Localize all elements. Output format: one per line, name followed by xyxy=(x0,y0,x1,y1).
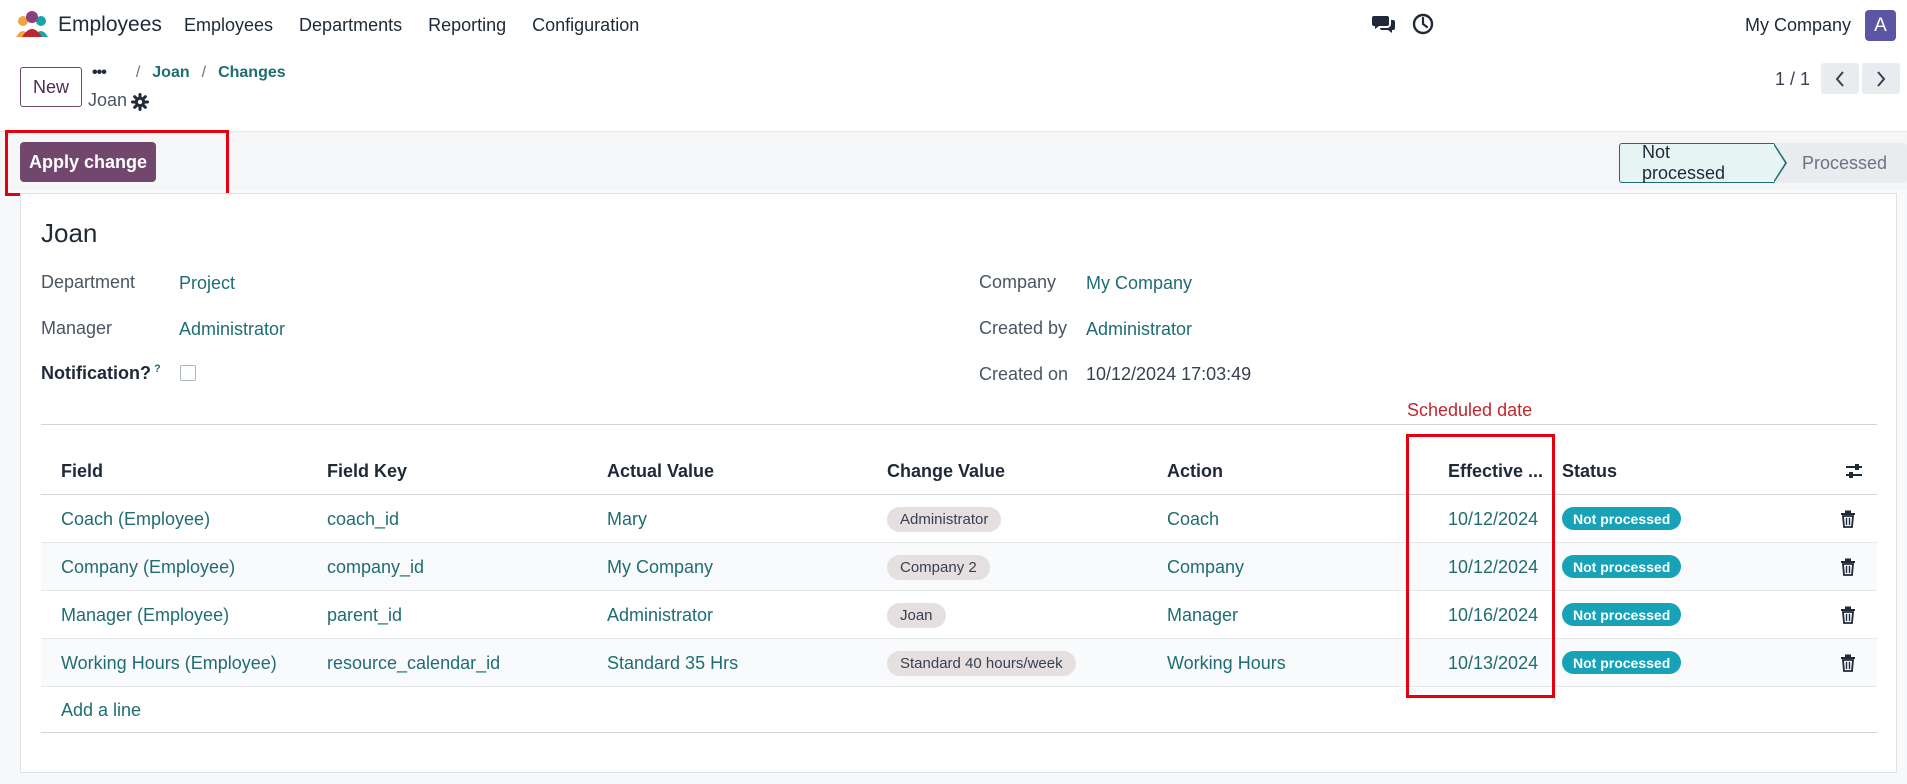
status-not-processed[interactable]: Not processed xyxy=(1619,142,1787,183)
section-divider xyxy=(41,424,1877,425)
menu-employees[interactable]: Employees xyxy=(184,15,273,36)
status-badge: Not processed xyxy=(1562,651,1682,674)
breadcrumb-separator: / xyxy=(201,64,207,81)
add-a-line-link[interactable]: Add a line xyxy=(61,700,141,721)
header-status[interactable]: Status xyxy=(1562,461,1617,482)
breadcrumb-separator: / xyxy=(135,64,141,81)
employees-app-icon[interactable] xyxy=(14,11,50,37)
menu-configuration[interactable]: Configuration xyxy=(532,15,639,36)
employee-name: Joan xyxy=(41,218,98,248)
record-title: Joan xyxy=(88,90,128,110)
cell-effective-date[interactable]: 10/12/2024 xyxy=(1448,509,1538,530)
optional-columns-icon[interactable] xyxy=(1844,462,1864,480)
cell-action[interactable]: Manager xyxy=(1167,605,1238,626)
cell-action[interactable]: Coach xyxy=(1167,509,1219,530)
cell-actual-value[interactable]: Administrator xyxy=(607,605,713,626)
cell-field-key[interactable]: company_id xyxy=(327,557,424,578)
manager-label: Manager xyxy=(41,318,113,338)
cell-field-key[interactable]: resource_calendar_id xyxy=(327,653,500,674)
company-value[interactable]: My Company xyxy=(1086,273,1192,294)
control-panel: New ••• / Joan / Changes Joan 1 / 1 xyxy=(0,50,1907,132)
created-on-label: Created on xyxy=(979,364,1069,384)
cell-actual-value[interactable]: My Company xyxy=(607,557,713,578)
status-not-processed-label: Not processed xyxy=(1642,142,1726,183)
notification-label-text: Notification? xyxy=(41,363,151,383)
table-row[interactable]: Company (Employee) company_id My Company… xyxy=(41,543,1877,591)
changes-table: Field Field Key Actual Value Change Valu… xyxy=(41,447,1877,733)
main-menu: Employees Departments Reporting Configur… xyxy=(184,15,639,36)
help-tooltip-icon[interactable]: ? xyxy=(154,363,161,375)
change-value-tag[interactable]: Company 2 xyxy=(887,555,990,580)
department-value[interactable]: Project xyxy=(179,273,235,294)
trash-icon[interactable] xyxy=(1840,654,1856,672)
header-effective-date[interactable]: Effective ... xyxy=(1448,461,1543,482)
gear-icon[interactable] xyxy=(131,93,149,111)
cell-action[interactable]: Company xyxy=(1167,557,1244,578)
change-value-tag[interactable]: Administrator xyxy=(887,507,1002,532)
cell-effective-date[interactable]: 10/12/2024 xyxy=(1448,557,1538,578)
header-action[interactable]: Action xyxy=(1167,461,1223,482)
scheduled-date-annotation: Scheduled date xyxy=(1407,400,1533,420)
notification-label: Notification?? xyxy=(41,363,161,384)
activity-clock-icon[interactable] xyxy=(1412,13,1434,35)
cell-field[interactable]: Coach (Employee) xyxy=(61,509,210,530)
table-row[interactable]: Coach (Employee) coach_id Mary Administr… xyxy=(41,495,1877,543)
breadcrumb: ••• / Joan / Changes xyxy=(92,64,286,82)
menu-departments[interactable]: Departments xyxy=(299,15,402,36)
cell-action[interactable]: Working Hours xyxy=(1167,653,1286,674)
table-header: Field Field Key Actual Value Change Valu… xyxy=(41,447,1877,495)
trash-icon[interactable] xyxy=(1840,558,1856,576)
status-badge: Not processed xyxy=(1562,555,1682,578)
add-line-row: Add a line xyxy=(41,687,1877,733)
cell-field[interactable]: Working Hours (Employee) xyxy=(61,653,277,674)
menu-reporting[interactable]: Reporting xyxy=(428,15,506,36)
company-switcher[interactable]: My Company xyxy=(1745,15,1851,36)
header-change-value[interactable]: Change Value xyxy=(887,461,1005,482)
header-field[interactable]: Field xyxy=(61,461,103,482)
notification-checkbox[interactable] xyxy=(180,365,196,381)
created-on-value: 10/12/2024 17:03:49 xyxy=(1086,364,1252,384)
header-field-key[interactable]: Field Key xyxy=(327,461,407,482)
status-processed[interactable]: Processed xyxy=(1773,143,1907,183)
cell-actual-value[interactable]: Standard 35 Hrs xyxy=(607,653,738,674)
breadcrumb-more-dots[interactable]: ••• xyxy=(92,64,107,82)
top-navbar: Employees Employees Departments Reportin… xyxy=(0,0,1907,50)
status-bar: Not processed Processed xyxy=(1619,142,1907,183)
table-row[interactable]: Manager (Employee) parent_id Administrat… xyxy=(41,591,1877,639)
cell-field[interactable]: Company (Employee) xyxy=(61,557,235,578)
cell-field-key[interactable]: parent_id xyxy=(327,605,402,626)
new-button[interactable]: New xyxy=(20,67,82,107)
pager-value[interactable]: 1 / 1 xyxy=(1775,69,1810,90)
breadcrumb-joan[interactable]: Joan xyxy=(152,64,189,82)
change-value-tag[interactable]: Standard 40 hours/week xyxy=(887,651,1076,676)
created-by-label: Created by xyxy=(979,318,1068,338)
chevron-right-icon xyxy=(1877,70,1886,87)
table-row[interactable]: Working Hours (Employee) resource_calend… xyxy=(41,639,1877,687)
manager-value[interactable]: Administrator xyxy=(179,319,285,340)
status-badge: Not processed xyxy=(1562,603,1682,626)
chat-icon[interactable] xyxy=(1372,14,1396,34)
pager-previous-button[interactable] xyxy=(1821,63,1859,94)
company-label: Company xyxy=(979,272,1057,292)
breadcrumb-changes[interactable]: Changes xyxy=(218,64,286,82)
cell-field[interactable]: Manager (Employee) xyxy=(61,605,229,626)
chevron-left-icon xyxy=(1835,70,1844,87)
cell-actual-value[interactable]: Mary xyxy=(607,509,647,530)
trash-icon[interactable] xyxy=(1840,510,1856,528)
cell-field-key[interactable]: coach_id xyxy=(327,509,399,530)
department-label: Department xyxy=(41,272,136,292)
created-by-value[interactable]: Administrator xyxy=(1086,319,1192,340)
status-badge: Not processed xyxy=(1562,507,1682,530)
user-avatar[interactable]: A xyxy=(1865,10,1896,41)
cell-effective-date[interactable]: 10/13/2024 xyxy=(1448,653,1538,674)
app-name[interactable]: Employees xyxy=(58,13,162,37)
change-value-tag[interactable]: Joan xyxy=(887,603,946,628)
header-actual-value[interactable]: Actual Value xyxy=(607,461,714,482)
cell-effective-date[interactable]: 10/16/2024 xyxy=(1448,605,1538,626)
trash-icon[interactable] xyxy=(1840,606,1856,624)
pager-next-button[interactable] xyxy=(1862,63,1900,94)
highlight-box-apply xyxy=(5,130,229,196)
